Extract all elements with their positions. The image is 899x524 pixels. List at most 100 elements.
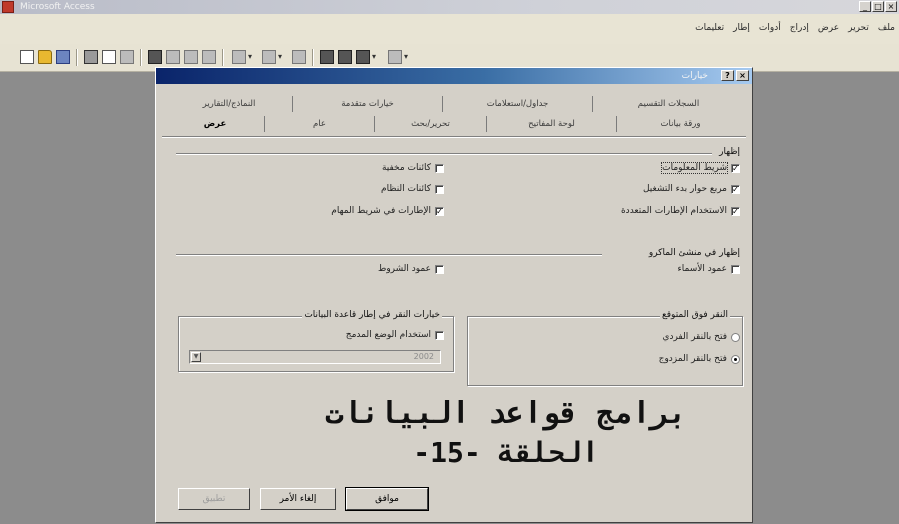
open-icon[interactable]: [38, 50, 52, 64]
radio-circle[interactable]: [731, 332, 740, 342]
checkbox-box[interactable]: [435, 163, 444, 173]
toolbar-separator: [76, 49, 78, 66]
tab-datasheet[interactable]: ورقة بيانات: [616, 116, 744, 132]
checkbox-windows-in-taskbar[interactable]: ✓ الإطارات في شريط المهام: [331, 206, 444, 216]
radio-circle[interactable]: [731, 354, 740, 364]
checkbox-box[interactable]: ✓: [731, 206, 740, 216]
group-click-title: النقر فوق المتوقع: [659, 310, 730, 320]
group-dbwin-title: خيارات النقر في إطار قاعدة البيانات: [302, 310, 442, 320]
checkbox-names-column[interactable]: عمود الأسماء: [678, 264, 740, 274]
section-divider: [176, 153, 712, 155]
checkbox-label: كائنات مخفية: [381, 163, 431, 173]
chevron-down-icon[interactable]: ▾: [404, 50, 410, 64]
checkbox-startup-dialog[interactable]: ✓ مربع حوار بدء التشغيل: [643, 184, 740, 194]
chevron-down-icon[interactable]: ▾: [278, 50, 284, 64]
window-controls: _ □ ×: [859, 1, 897, 12]
access-app-icon[interactable]: [2, 1, 14, 13]
menu-help[interactable]: تعليمات: [695, 23, 724, 33]
paste-icon[interactable]: [184, 50, 198, 64]
dialog-title: خيارات: [681, 71, 708, 81]
checkbox-system-objects[interactable]: كائنات النظام: [381, 184, 444, 194]
preview-icon[interactable]: [102, 50, 116, 64]
tab-panel-edge: [162, 136, 746, 138]
checkbox-box[interactable]: [731, 264, 740, 274]
section-macro-title: إظهار في منشئ الماكرو: [648, 248, 740, 258]
dialog-title-bar: خيارات ? ×: [156, 68, 752, 84]
help-button[interactable]: ?: [721, 70, 734, 81]
checkbox-hidden-objects[interactable]: كائنات مخفية: [382, 163, 444, 173]
menu-file[interactable]: ملف: [878, 23, 895, 33]
checkbox-label: كائنات النظام: [381, 184, 431, 194]
checkbox-label: عمود الأسماء: [677, 264, 727, 274]
office-links-icon[interactable]: [232, 50, 246, 64]
tab-tables-queries[interactable]: جداول/استعلامات: [442, 96, 592, 112]
options-dialog: خيارات ? × النماذج/التقارير خيارات متقدم…: [155, 67, 753, 523]
minimize-button[interactable]: _: [859, 1, 871, 12]
checkbox-box[interactable]: ✓: [731, 163, 740, 173]
checkbox-box[interactable]: [435, 184, 444, 194]
app-title: Microsoft Access: [20, 2, 95, 12]
maximize-button[interactable]: □: [872, 1, 884, 12]
menu-view[interactable]: عرض: [818, 23, 839, 33]
radio-single-click[interactable]: فتح بالنقر الفردي: [662, 332, 740, 342]
checkbox-box[interactable]: [435, 264, 444, 274]
ok-button[interactable]: موافق: [345, 487, 429, 511]
radio-label: فتح بالنقر الفردي: [662, 332, 727, 342]
toolbar-separator: [222, 49, 224, 66]
checkbox-conditions-column[interactable]: عمود الشروط: [378, 264, 444, 274]
overlay-caption-line2: الحلقة -15-: [413, 436, 599, 469]
spelling-icon[interactable]: [120, 50, 134, 64]
select-db-format[interactable]: 2002 ▼: [189, 350, 441, 364]
cut-icon[interactable]: [148, 50, 162, 64]
checkbox-box[interactable]: ✓: [731, 184, 740, 194]
checkbox-multiple-windows[interactable]: ✓ الاستخدام الإطارات المتعددة: [621, 206, 740, 216]
section-divider: [176, 254, 602, 256]
relationships-icon[interactable]: [320, 50, 334, 64]
print-icon[interactable]: [84, 50, 98, 64]
menu-edit[interactable]: تحرير: [848, 23, 869, 33]
tab-keyboard[interactable]: لوحة المفاتيح: [486, 116, 616, 132]
tab-forms-reports[interactable]: النماذج/التقارير: [166, 96, 292, 112]
database-icon[interactable]: [356, 50, 370, 64]
checkbox-status-bar[interactable]: ✓ شريط المعلومات: [661, 162, 740, 174]
tabs-front-row: عرض عام تحرير/بحث لوحة المفاتيح ورقة بيا…: [166, 116, 744, 132]
radio-double-click[interactable]: فتح بالنقر المزدوج: [659, 354, 740, 364]
section-show-title: إظهار: [719, 147, 740, 157]
help-icon[interactable]: [388, 50, 402, 64]
checkbox-box[interactable]: [435, 330, 444, 340]
menu-tools[interactable]: أدوات: [759, 23, 781, 33]
menu-insert[interactable]: إدراج: [790, 23, 809, 33]
close-button[interactable]: ×: [885, 1, 897, 12]
tab-general[interactable]: عام: [264, 116, 374, 132]
analyze-icon[interactable]: [262, 50, 276, 64]
checkbox-label: شريط المعلومات: [661, 162, 728, 174]
tab-advanced[interactable]: خيارات متقدمة: [292, 96, 442, 112]
save-icon[interactable]: [56, 50, 70, 64]
new-icon[interactable]: [20, 50, 34, 64]
apply-button[interactable]: تطبيق: [178, 488, 250, 510]
chevron-down-icon[interactable]: ▾: [248, 50, 254, 64]
chevron-down-icon[interactable]: ▼: [191, 352, 201, 362]
dialog-controls: ? ×: [721, 70, 749, 81]
dialog-close-button[interactable]: ×: [736, 70, 749, 81]
properties-icon[interactable]: [292, 50, 306, 64]
chevron-down-icon[interactable]: ▾: [372, 50, 378, 64]
tab-edit-find[interactable]: تحرير/بحث: [374, 116, 486, 132]
cancel-button[interactable]: إلغاء الأمر: [260, 488, 336, 510]
checkbox-label: مربع حوار بدء التشغيل: [642, 184, 727, 194]
tab-view[interactable]: عرض: [166, 116, 264, 132]
new-object-icon[interactable]: [338, 50, 352, 64]
undo-icon[interactable]: [202, 50, 216, 64]
checkbox-label: عمود الشروط: [378, 264, 431, 274]
checkbox-label: الإطارات في شريط المهام: [331, 206, 431, 216]
toolbar-separator: [312, 49, 314, 66]
checkbox-box[interactable]: ✓: [435, 206, 444, 216]
checkbox-label: استخدام الوضع المدمج: [345, 330, 431, 340]
menu-window[interactable]: إطار: [733, 23, 750, 33]
copy-icon[interactable]: [166, 50, 180, 64]
checkbox-compact-mode[interactable]: استخدام الوضع المدمج: [346, 330, 444, 340]
select-value: 2002: [413, 352, 434, 361]
menu-items: ملف تحرير عرض إدراج أدوات إطار تعليمات: [695, 23, 895, 33]
checkbox-label: الاستخدام الإطارات المتعددة: [620, 206, 727, 216]
tab-international[interactable]: السجلات التقسيم: [592, 96, 744, 112]
